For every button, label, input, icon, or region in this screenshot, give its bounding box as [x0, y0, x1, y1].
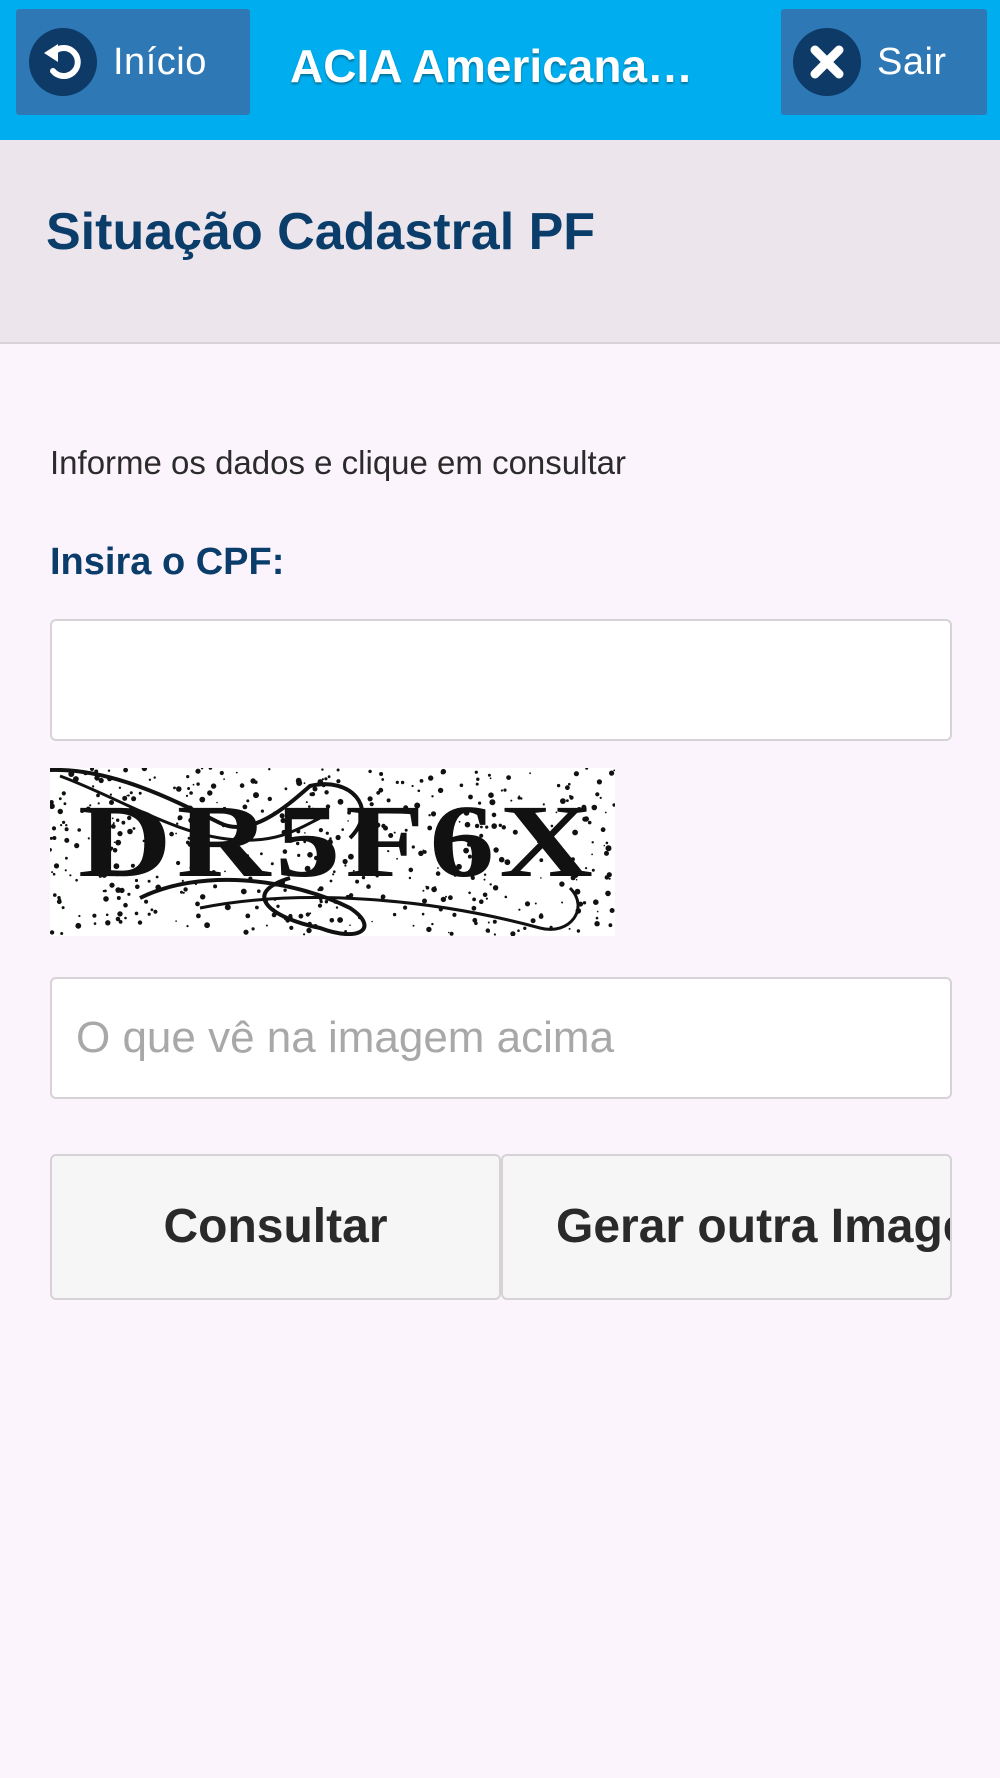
exit-button[interactable]: Sair — [781, 9, 987, 115]
app-title: ACIA Americana… — [290, 40, 694, 92]
page-title: Situação Cadastral PF — [46, 203, 596, 261]
captcha-answer-input[interactable] — [50, 977, 952, 1099]
cpf-label: Insira o CPF: — [50, 541, 285, 583]
page-header: Situação Cadastral PF — [0, 140, 1000, 344]
back-home-button[interactable]: Início — [16, 9, 250, 115]
top-bar: Início ACIA Americana… Sair — [0, 0, 1000, 140]
app-screen: Início ACIA Americana… Sair Situação Cad… — [0, 0, 1000, 1778]
captcha-image: DR5F6X — [50, 768, 615, 936]
exit-label: Sair — [877, 40, 947, 83]
captcha-text: DR5F6X — [78, 784, 598, 899]
back-arrow-icon — [29, 28, 97, 96]
close-icon — [793, 28, 861, 96]
consultar-button[interactable]: Consultar — [50, 1154, 501, 1300]
back-home-label: Início — [113, 40, 207, 83]
regenerate-captcha-button[interactable]: Gerar outra Imagem — [501, 1154, 952, 1300]
form-instruction: Informe os dados e clique em consultar — [50, 444, 626, 481]
cpf-input[interactable] — [50, 619, 952, 741]
